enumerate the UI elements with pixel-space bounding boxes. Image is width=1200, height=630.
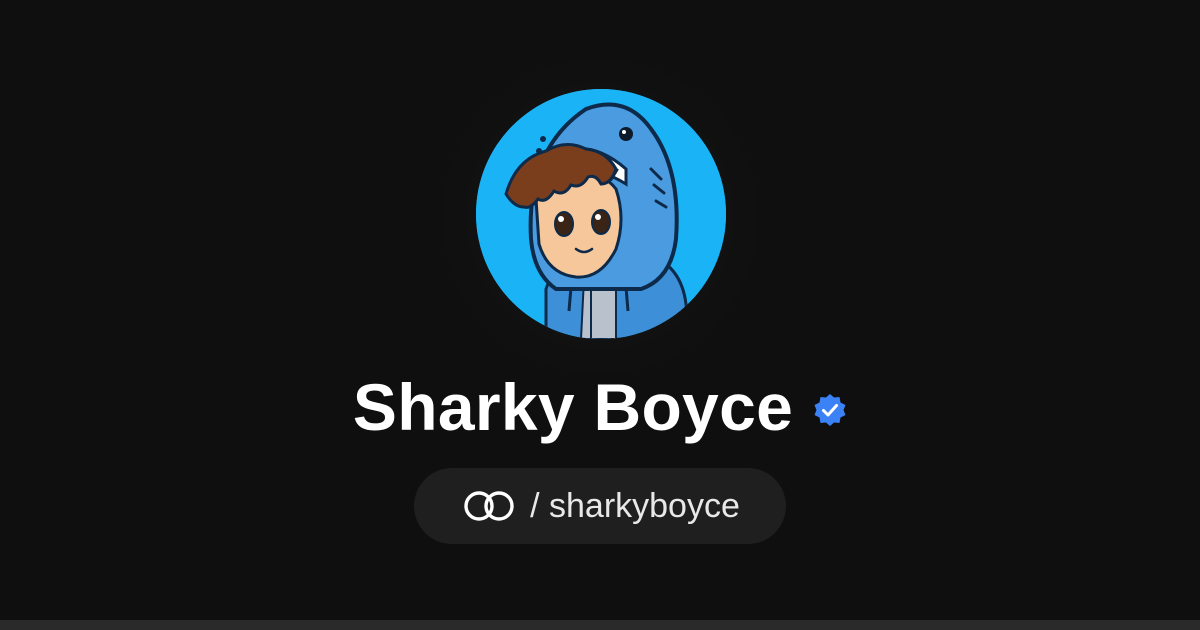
linked-rings-logo-icon <box>464 491 514 521</box>
shark-hoodie-avatar-icon <box>476 89 726 339</box>
verified-check-badge-icon <box>814 394 846 426</box>
avatar <box>476 89 726 339</box>
name-row: Sharky Boyce <box>0 367 1200 447</box>
handle-text: / sharkyboyce <box>530 487 740 525</box>
profile-handle-link[interactable]: / sharkyboyce <box>414 468 786 544</box>
display-name: Sharky Boyce <box>352 370 794 444</box>
bottom-strip <box>0 620 1200 630</box>
